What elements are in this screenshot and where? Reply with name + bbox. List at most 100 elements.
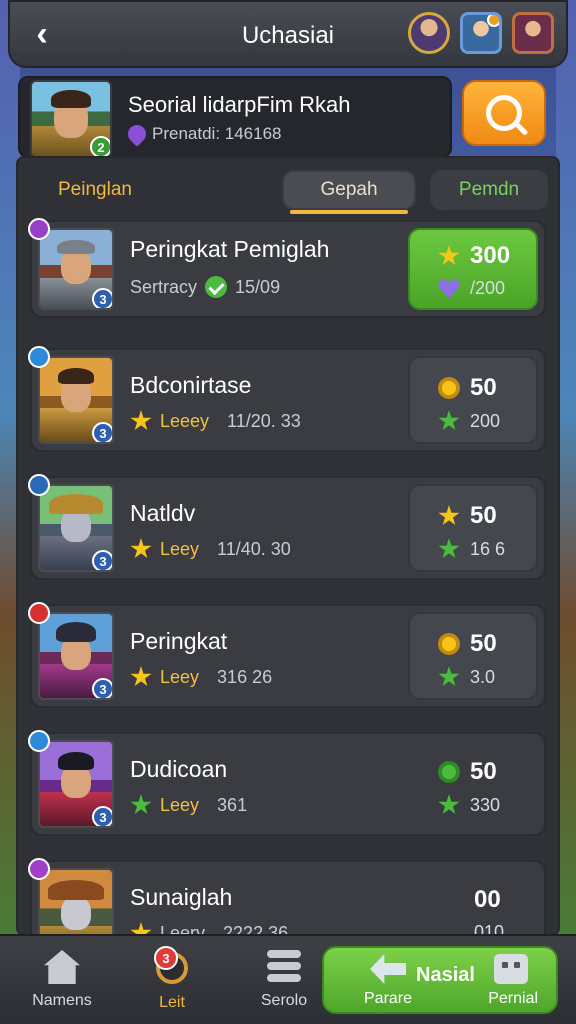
cta-label-1: Parare [364, 990, 413, 1007]
score-main: 300 [438, 242, 510, 270]
score-sub-value: /200 [470, 278, 506, 298]
score-box[interactable]: 50 3.0 [408, 612, 538, 700]
player-avatar[interactable]: 2 [30, 80, 112, 158]
nav-stack[interactable]: Serolo [234, 950, 334, 1010]
nav-home-label: Namens [32, 992, 92, 1009]
check-icon [205, 276, 228, 298]
player-profile-card: 2 Seorial lidarpFim Rkah Prenatdi: 14616… [18, 76, 452, 158]
heart-icon [438, 278, 460, 299]
ring-icon: 3 [152, 946, 192, 988]
row-stats: Sertracy 15/09 [130, 276, 280, 298]
avatar-hair [58, 368, 94, 384]
leaderboard-row[interactable]: 3 Peringkat Leey 316 26 50 3.0 [28, 602, 546, 708]
score-sub: /200 [438, 278, 505, 299]
leaderboard-panel: Peinglan Gepah Pemdn 3 Peringkat Pemigla… [16, 156, 560, 936]
home-icon [42, 950, 82, 986]
avatar-face [61, 896, 91, 930]
row-avatar: 3 [38, 228, 114, 310]
search-icon [486, 95, 522, 131]
score-sub-value: 16 6 [470, 538, 506, 559]
stack-icon [264, 950, 304, 986]
row-stats: Leey 11/40. 30 [130, 538, 291, 560]
row-level-badge: 3 [92, 550, 112, 570]
score-main: 50 [438, 374, 497, 402]
coin-icon [438, 377, 460, 399]
row-level-badge: 3 [92, 806, 112, 826]
row-sub-label: Sertracy [130, 276, 198, 297]
leaderboard-row[interactable]: 3 Bdconirtase Leeey 11/20. 33 50 200 [28, 346, 546, 452]
row-name: Peringkat [130, 628, 228, 654]
nav-stack-label: Serolo [260, 992, 308, 1009]
row-avatar: 3 [38, 356, 114, 444]
cta-title: Nasial [416, 964, 475, 986]
star-icon [130, 410, 152, 431]
rank-tag [28, 474, 50, 496]
top-avatars [408, 12, 554, 54]
star-icon [130, 794, 152, 815]
row-level-badge: 3 [92, 288, 112, 308]
score-main-value: 50 [470, 758, 497, 785]
row-level-badge: 3 [92, 678, 112, 698]
score-main: 50 [438, 758, 497, 786]
row-sub-value: 361 [217, 794, 248, 815]
rank-tag [28, 602, 50, 624]
row-avatar [38, 868, 114, 934]
score-box[interactable]: 00 010 [408, 868, 538, 934]
tab-bar: Peinglan Gepah Pemdn [18, 166, 558, 214]
tab-peinglan[interactable]: Peinglan [58, 170, 238, 210]
row-name: Peringkat Pemiglah [130, 236, 330, 262]
score-sub: 200 [438, 410, 500, 432]
notification-badge: 3 [154, 946, 178, 970]
score-box[interactable]: 50 330 [408, 740, 538, 828]
leaderboard-row[interactable]: Sunaiglah Leery 2222 36 00 010 [28, 858, 546, 934]
nav-home[interactable]: Namens [12, 950, 112, 1010]
tab-gepah[interactable]: Gepah [282, 170, 416, 214]
friend-avatar-3[interactable] [512, 12, 554, 54]
top-bar: ‹ Uchasiai [8, 0, 568, 68]
row-sub-value: 11/20. 33 [227, 410, 301, 431]
search-button[interactable] [462, 80, 546, 146]
rank-tag [28, 730, 50, 752]
nav-left[interactable]: 3 Leit [122, 946, 222, 1012]
avatar-hat [48, 880, 104, 900]
leaderboard-row[interactable]: 3 Dudicoan Leey 361 50 330 [28, 730, 546, 836]
row-name: Sunaiglah [130, 884, 233, 910]
star-icon [130, 666, 152, 687]
player-stat-text: Prenatdi: 146168 [152, 124, 282, 143]
avatar-hair [51, 90, 91, 108]
score-box[interactable]: 300 /200 [408, 228, 538, 310]
player-name: Seorial lidarpFim Rkah [128, 92, 351, 117]
leaderboard-row[interactable]: 3 Peringkat Pemiglah Sertracy 15/09 300 … [28, 218, 546, 318]
score-sub: 16 6 [438, 538, 505, 560]
friend-avatar-2[interactable] [460, 12, 502, 54]
row-stats: Leey 361 [130, 794, 247, 816]
row-name: Dudicoan [130, 756, 228, 782]
avatar-hat [56, 622, 96, 642]
row-name: Natldv [130, 500, 196, 526]
score-main: 50 [438, 502, 497, 530]
friend-avatar-1[interactable] [408, 12, 450, 54]
score-main: 00 [474, 886, 501, 914]
star-icon [438, 538, 460, 559]
rank-tag [28, 346, 50, 368]
player-level-badge: 2 [90, 136, 110, 156]
rank-tag [28, 858, 50, 880]
score-main-value: 300 [470, 242, 511, 269]
score-main-value: 50 [470, 502, 497, 529]
row-stats: Leeey 11/20. 33 [130, 410, 301, 432]
star-icon [438, 245, 460, 266]
leaderboard-row[interactable]: 3 Natldv Leey 11/40. 30 50 16 6 [28, 474, 546, 580]
row-sub-label: Leey [160, 794, 200, 815]
coin-icon [438, 633, 460, 655]
row-sub-value: 15/09 [235, 276, 281, 297]
row-level-badge: 3 [92, 422, 112, 442]
player-stat: Prenatdi: 146168 [124, 121, 282, 147]
star-icon [130, 538, 152, 559]
row-avatar: 3 [38, 740, 114, 828]
tab-pemdn[interactable]: Pemdn [430, 170, 548, 210]
score-box[interactable]: 50 200 [408, 356, 538, 444]
nasial-button[interactable]: Nasial Parare Pernial [322, 946, 558, 1014]
score-box[interactable]: 50 16 6 [408, 484, 538, 572]
row-avatar: 3 [38, 612, 114, 700]
rank-tag [28, 218, 50, 240]
